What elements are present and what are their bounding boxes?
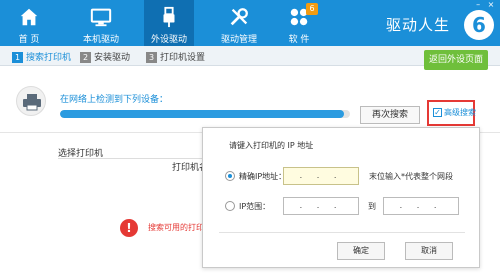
dialog-divider bbox=[219, 232, 465, 233]
exact-ip-hint: 末位输入*代表整个网段 bbox=[369, 172, 453, 181]
nav-label: 驱动管理 bbox=[220, 35, 257, 45]
nav-peripheral-drivers[interactable]: 外设驱动 bbox=[144, 0, 194, 46]
ip-range-end-input[interactable]: . . . bbox=[383, 197, 459, 215]
nav-driver-management[interactable]: 驱动管理 bbox=[214, 0, 264, 46]
nav-label: 本机驱动 bbox=[82, 35, 119, 45]
back-to-peripherals-button[interactable]: 返回外设页面 bbox=[424, 50, 488, 70]
minimize-button[interactable]: – bbox=[473, 0, 483, 10]
exact-ip-input[interactable]: . . . bbox=[283, 167, 359, 185]
exact-ip-radio[interactable] bbox=[225, 171, 235, 181]
progress-fill bbox=[60, 110, 345, 118]
ip-range-row: IP范围： . . . 到 . . . bbox=[203, 196, 479, 216]
step-number: 3 bbox=[146, 52, 157, 63]
brand-name: 驱动人生 bbox=[385, 16, 450, 34]
dialog-title: 请键入打印机的 IP 地址 bbox=[229, 141, 314, 150]
nav-local-drivers[interactable]: 本机驱动 bbox=[76, 0, 126, 46]
monitor-icon bbox=[90, 8, 112, 27]
top-navigation: 首 页 本机驱动 外设驱动 驱动管理 6 软 件 – × 驱动人生 6 bbox=[0, 0, 500, 46]
ip-range-label: IP范围： bbox=[239, 202, 271, 211]
search-progress-bar bbox=[60, 110, 350, 118]
step-label: 打印机设置 bbox=[160, 53, 206, 63]
step-number: 2 bbox=[80, 52, 91, 63]
nav-software[interactable]: 6 软 件 bbox=[274, 0, 324, 46]
advanced-search-label[interactable]: 高级搜索 bbox=[444, 107, 476, 118]
detect-label: 在网络上检测到下列设备： bbox=[60, 95, 169, 105]
nav-home[interactable]: 首 页 bbox=[4, 0, 54, 46]
confirm-button[interactable]: 确定 bbox=[337, 242, 385, 260]
header-divider bbox=[58, 158, 208, 159]
step-number: 1 bbox=[12, 52, 23, 63]
usb-icon bbox=[163, 6, 175, 28]
step-label: 搜索打印机 bbox=[26, 53, 72, 63]
advanced-search-highlight: ✓ 高级搜索 bbox=[427, 100, 476, 126]
step-install-driver[interactable]: 2 安装驱动 bbox=[80, 50, 130, 63]
ip-range-to-label: 到 bbox=[368, 202, 376, 211]
nav-label: 首 页 bbox=[18, 35, 40, 45]
window-controls: – × bbox=[473, 0, 496, 10]
step-label: 安装驱动 bbox=[94, 53, 131, 63]
cancel-button[interactable]: 取消 bbox=[405, 242, 453, 260]
nav-label: 软 件 bbox=[288, 35, 310, 45]
ip-address-dialog: 请键入打印机的 IP 地址 精确IP地址： . . . 末位输入*代表整个网段 … bbox=[202, 127, 480, 268]
nav-label: 外设驱动 bbox=[150, 35, 187, 45]
advanced-search-checkbox[interactable]: ✓ bbox=[433, 108, 442, 117]
exact-ip-row: 精确IP地址： . . . 末位输入*代表整个网段 bbox=[203, 166, 479, 186]
ip-range-radio[interactable] bbox=[225, 201, 235, 211]
close-button[interactable]: × bbox=[486, 0, 496, 10]
rescan-button[interactable]: 再次搜索 bbox=[360, 106, 420, 124]
error-icon: ! bbox=[120, 219, 138, 237]
printer-icon bbox=[16, 86, 46, 116]
step-search-printer[interactable]: 1 搜索打印机 bbox=[12, 50, 71, 63]
wrench-icon bbox=[230, 8, 248, 26]
ip-range-start-input[interactable]: . . . bbox=[283, 197, 359, 215]
home-icon bbox=[20, 8, 38, 26]
step-printer-settings[interactable]: 3 打印机设置 bbox=[146, 50, 205, 63]
brand-logo: 6 bbox=[464, 10, 494, 40]
software-badge: 6 bbox=[306, 3, 318, 15]
exact-ip-label: 精确IP地址： bbox=[239, 172, 287, 181]
